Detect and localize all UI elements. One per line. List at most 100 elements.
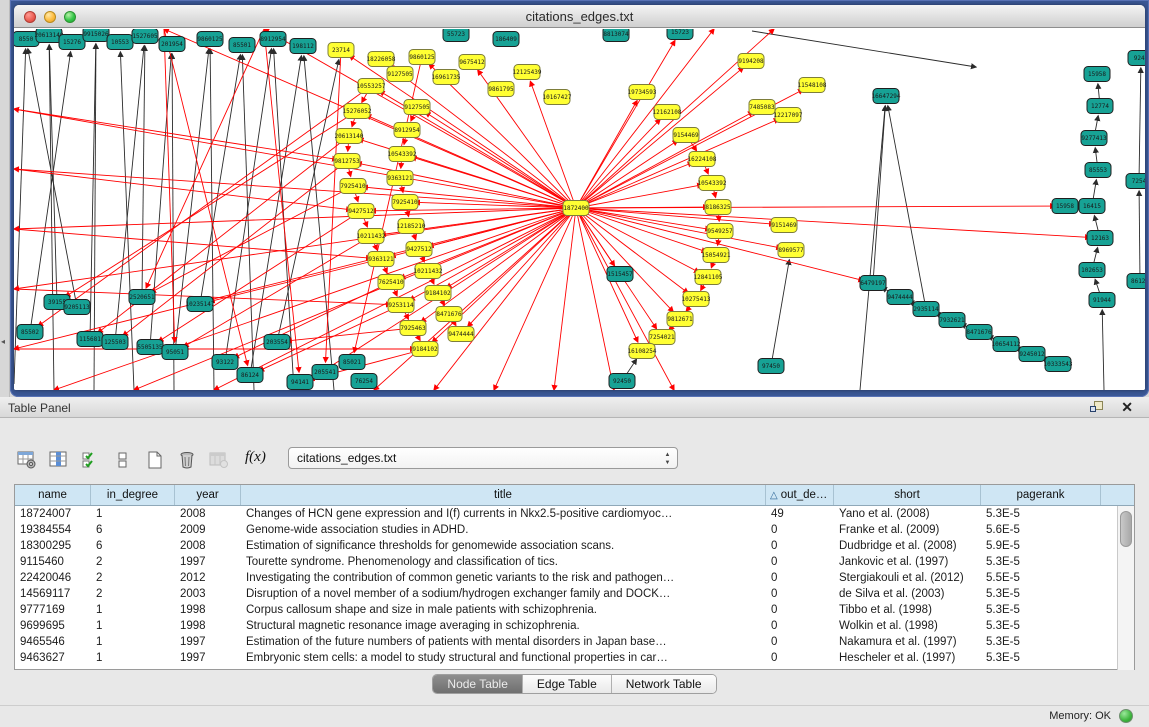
graph-node[interactable]: 10553 — [107, 35, 133, 50]
graph-edge[interactable] — [576, 208, 774, 224]
graph-node[interactable]: 9812671 — [667, 312, 693, 327]
graph-edge[interactable] — [14, 169, 576, 208]
graph-node[interactable]: 16647294 — [872, 89, 901, 104]
scrollbar-thumb[interactable] — [1120, 511, 1132, 547]
graph-edge[interactable] — [325, 50, 341, 362]
graph-node[interactable]: 9474444 — [887, 290, 913, 305]
graph-edge[interactable] — [576, 208, 673, 312]
column-header-name[interactable]: name — [15, 485, 91, 505]
graph-node[interactable]: 11548108 — [798, 78, 827, 93]
graph-node[interactable]: 2935114 — [913, 302, 939, 317]
graph-node[interactable]: 9127505 — [387, 67, 413, 82]
graph-edge[interactable] — [494, 208, 576, 390]
graph-edge[interactable] — [200, 55, 240, 304]
graph-node[interactable]: 9253114 — [388, 298, 414, 313]
graph-node[interactable]: 1527605 — [132, 29, 158, 44]
graph-node[interactable]: 12217097 — [774, 108, 803, 123]
graph-node[interactable]: 15958 — [1052, 199, 1078, 214]
column-header-title[interactable]: title — [241, 485, 766, 505]
graph-node[interactable]: 92450 — [609, 374, 635, 389]
graph-node[interactable]: 1515457 — [607, 267, 633, 282]
graph-edge[interactable] — [14, 109, 576, 208]
select-columns-icon[interactable] — [78, 447, 104, 473]
graph-edge[interactable] — [242, 55, 254, 390]
graph-edge[interactable] — [576, 112, 753, 208]
vertical-scrollbar[interactable] — [1117, 506, 1134, 670]
table-settings-icon[interactable] — [14, 447, 40, 473]
graph-node[interactable]: 16108254 — [628, 344, 657, 359]
close-panel-icon[interactable]: ✕ — [1121, 399, 1133, 415]
graph-node[interactable]: 8912954 — [260, 32, 286, 47]
graph-node[interactable]: 10211432 — [414, 264, 443, 279]
graph-node[interactable]: 97450 — [758, 359, 784, 374]
graph-node[interactable]: 9427512 — [348, 204, 374, 219]
graph-node[interactable]: 9127505 — [404, 100, 430, 115]
graph-node[interactable]: 16224108 — [688, 152, 717, 167]
graph-node[interactable]: 102653 — [1079, 263, 1105, 278]
graph-node[interactable]: 15958 — [1084, 67, 1110, 82]
graph-node[interactable]: 9184102 — [412, 342, 438, 357]
graph-node[interactable]: 9205113 — [64, 300, 90, 315]
graph-node[interactable]: 12841105 — [694, 270, 723, 285]
graph-edge[interactable] — [576, 208, 674, 390]
graph-edge[interactable] — [172, 54, 174, 390]
graph-edge[interactable] — [250, 56, 301, 375]
graph-edge[interactable] — [576, 206, 1055, 208]
graph-node[interactable]: 93122 — [212, 355, 238, 370]
graph-edge[interactable] — [447, 208, 576, 288]
graph-node[interactable]: 9427512 — [406, 242, 432, 257]
graph-node[interactable]: 8969577 — [778, 243, 804, 258]
graph-node[interactable]: 16961735 — [432, 70, 461, 85]
graph-edge[interactable] — [287, 328, 413, 341]
graph-node[interactable]: 76254 — [351, 374, 377, 389]
graph-edge[interactable] — [304, 56, 334, 390]
graph-edge[interactable] — [210, 259, 381, 302]
graph-node[interactable]: 15054921 — [702, 248, 731, 263]
graph-node[interactable]: 8471676 — [436, 307, 462, 322]
graph-node[interactable]: 9245 — [1128, 51, 1145, 66]
graph-edge[interactable] — [888, 106, 926, 309]
graph-edge[interactable] — [14, 169, 351, 210]
graph-node[interactable]: 9860125 — [409, 50, 435, 65]
graph-node[interactable]: 9861795 — [488, 82, 514, 97]
graph-node[interactable]: 10235147 — [186, 297, 215, 312]
graph-node[interactable]: 9860125 — [197, 32, 223, 47]
graph-node[interactable]: 55723 — [443, 29, 469, 42]
collapse-left-panel-arrow[interactable]: ◂ — [1, 338, 5, 346]
graph-node[interactable]: 7932621 — [939, 313, 965, 328]
function-builder-button[interactable]: f(x) — [245, 449, 266, 466]
graph-node[interactable]: 12163 — [1087, 231, 1113, 246]
graph-node[interactable]: 7925410 — [340, 179, 366, 194]
graph-node[interactable]: 1872400 — [563, 201, 589, 216]
graph-node[interactable]: 12162108 — [653, 105, 682, 120]
graph-edge[interactable] — [576, 208, 614, 390]
new-table-icon[interactable] — [142, 447, 168, 473]
graph-node[interactable]: 18226058 — [367, 52, 396, 67]
graph-node[interactable]: 205541 — [312, 365, 338, 380]
graph-node[interactable]: 8912954 — [394, 123, 420, 138]
graph-node[interactable]: 91944 — [1089, 293, 1115, 308]
graph-edge[interactable] — [49, 45, 54, 390]
graph-node[interactable]: 94141 — [287, 375, 313, 390]
graph-edge[interactable] — [14, 208, 576, 289]
graph-node[interactable]: 86125 — [1127, 274, 1145, 289]
import-table-icon[interactable] — [206, 447, 232, 473]
graph-node[interactable]: 7485083 — [749, 100, 775, 115]
graph-edge[interactable] — [434, 208, 576, 390]
graph-node[interactable]: 8813074 — [603, 29, 629, 42]
graph-edge[interactable] — [1139, 68, 1141, 181]
graph-node[interactable]: 7254021 — [649, 330, 675, 345]
graph-node[interactable]: 12774 — [1087, 99, 1113, 114]
float-panel-icon[interactable] — [1090, 400, 1105, 414]
table-row[interactable]: 1830029562008Estimation of significance … — [15, 538, 1134, 554]
graph-node[interactable]: 9675412 — [459, 55, 485, 70]
column-header-in_degree[interactable]: in_degree — [91, 485, 175, 505]
network-canvas[interactable]: 8550206131401527699150261055315276052019… — [14, 29, 1145, 390]
column-header-short[interactable]: short — [834, 485, 981, 505]
graph-node[interactable]: 15723 — [667, 29, 693, 40]
table-row[interactable]: 977716911998Corpus callosum shape and si… — [15, 602, 1134, 618]
table-row[interactable]: 1872400712008Changes of HCN gene express… — [15, 506, 1134, 522]
graph-node[interactable]: 9915026 — [83, 29, 109, 42]
graph-node[interactable]: 6479197 — [860, 276, 886, 291]
graph-node[interactable]: 2520651 — [129, 290, 155, 305]
